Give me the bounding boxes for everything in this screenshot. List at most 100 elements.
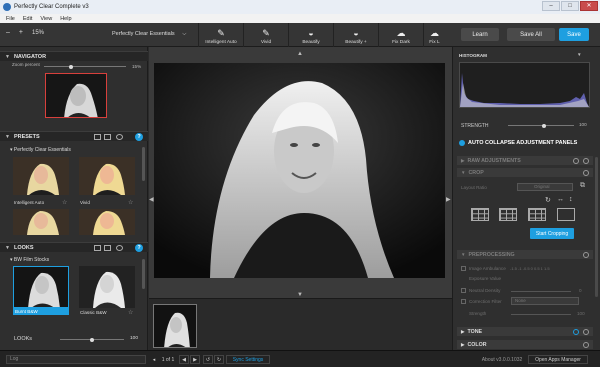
tool-fix-dark[interactable]: ☁ Fix Dark (378, 23, 423, 47)
portrait-thumbnail (154, 305, 196, 347)
grid-view-icon[interactable] (94, 134, 101, 140)
tool-intelligent-auto[interactable]: ✎ Intelligent Auto (198, 23, 243, 47)
gear-icon[interactable] (583, 341, 589, 348)
menu-file[interactable]: File (6, 16, 15, 22)
flip-horizontal-icon[interactable]: ↔ (557, 196, 564, 203)
slider-knob[interactable] (542, 123, 546, 128)
tool-label: Vivid (260, 40, 272, 45)
preset-selector[interactable]: Perfectly Clear Essentials ⌵ (112, 31, 186, 38)
preprocessing-header[interactable]: ▼ PREPROCESSING (457, 250, 593, 259)
menu-help[interactable]: Help (60, 16, 71, 22)
learn-button[interactable]: Learn (461, 28, 499, 41)
zoom-slider[interactable] (44, 64, 126, 69)
look-thumb[interactable] (79, 266, 135, 308)
navigator-header[interactable]: ▼ NAVIGATOR (0, 51, 148, 61)
crop-grid-icon[interactable] (471, 208, 489, 221)
help-icon[interactable]: ? (135, 244, 143, 252)
presets-scrollbar[interactable] (142, 147, 145, 181)
close-button[interactable]: ✕ (580, 1, 598, 11)
star-icon[interactable]: ☆ (128, 309, 133, 316)
gear-icon[interactable] (583, 157, 589, 164)
star-icon[interactable]: ☆ (128, 199, 133, 206)
preset-thumb[interactable] (79, 157, 135, 195)
collapse-top-icon[interactable]: ▲ (297, 51, 303, 57)
color-header[interactable]: ▶ COLOR (457, 340, 593, 349)
rotate-right-icon[interactable]: ↻ (214, 355, 224, 364)
list-view-icon[interactable] (104, 245, 111, 251)
strength-slider[interactable] (508, 123, 574, 128)
navigator-thumbnail[interactable] (45, 73, 107, 118)
golden-spiral-icon[interactable] (557, 208, 575, 221)
crop-tool-icon[interactable]: ⧉ (580, 182, 585, 190)
next-icon[interactable]: ▶ (190, 355, 200, 364)
star-icon[interactable]: ☆ (62, 199, 67, 206)
tool-vivid[interactable]: ✎ Vivid (243, 23, 288, 47)
save-button[interactable]: Save (559, 28, 589, 41)
first-page-icon[interactable]: ◂ (150, 355, 158, 364)
help-icon[interactable]: ? (135, 133, 143, 141)
auto-collapse-toggle[interactable]: AUTO COLLAPSE ADJUSTMENT PANELS (459, 140, 577, 146)
grid-view-icon[interactable] (94, 245, 101, 251)
minimize-button[interactable]: – (542, 1, 560, 11)
collapse-left-icon[interactable]: ◀ (149, 196, 154, 203)
image-ambulance-checkbox[interactable] (461, 266, 466, 271)
about-version[interactable]: About v3.0.0.1032 (480, 355, 524, 364)
sync-settings-button[interactable]: Sync Settings (226, 355, 270, 364)
right-scrollbar[interactable] (595, 157, 598, 297)
tool-beautify-plus[interactable]: ◒ Beautify + (333, 23, 378, 47)
layout-ratio-select[interactable]: Original (517, 183, 573, 191)
looks-header[interactable]: ▼ LOOKS ? (0, 242, 148, 252)
gear-icon[interactable] (583, 328, 589, 335)
layout-ratio-label: Layout Ratio (461, 185, 487, 190)
looks-scrollbar[interactable] (142, 259, 145, 289)
previous-icon[interactable]: ◀ (179, 355, 189, 364)
tone-header[interactable]: ▶ TONE (457, 327, 593, 336)
left-panel: ▼ NAVIGATOR Zoom percent 15% ▼ PRESETS ?… (0, 47, 148, 350)
preset-thumb[interactable] (13, 157, 69, 195)
crop-grid-icon[interactable] (528, 208, 546, 221)
tool-beautify[interactable]: ◒ Beautify (288, 23, 333, 47)
list-view-icon[interactable] (104, 134, 111, 140)
correction-filter-checkbox[interactable] (461, 299, 466, 304)
slider-knob[interactable] (69, 64, 73, 69)
preprocessing-strength-slider[interactable] (511, 314, 571, 315)
tool-fix-l[interactable]: ☁ Fix L (423, 23, 445, 47)
rotate-icon[interactable]: ↻ (545, 196, 551, 204)
slider-knob[interactable] (90, 337, 94, 342)
collapse-right-icon[interactable]: ▶ (446, 196, 451, 203)
flip-vertical-icon[interactable]: ↕ (569, 196, 573, 203)
toolbar: – + 15% Perfectly Clear Essentials ⌵ ✎ I… (0, 23, 600, 47)
maximize-button[interactable]: □ (561, 1, 579, 11)
preset-thumb[interactable] (79, 209, 135, 235)
correction-filter-select[interactable]: None (511, 297, 579, 305)
chevron-down-icon: ⌵ (182, 31, 187, 37)
filmstrip-thumb[interactable] (153, 304, 197, 348)
zoom-out-button[interactable]: – (6, 29, 10, 36)
neutral-density-checkbox[interactable] (461, 288, 466, 293)
help-icon[interactable] (573, 157, 579, 164)
gear-icon[interactable] (116, 245, 123, 251)
open-apps-manager-button[interactable]: Open Apps Manager (528, 355, 588, 364)
neutral-density-slider[interactable] (511, 291, 571, 292)
menu-edit[interactable]: Edit (23, 16, 32, 22)
start-cropping-button[interactable]: Start Cropping (530, 228, 574, 239)
help-icon[interactable] (583, 169, 589, 176)
presets-header[interactable]: ▼ PRESETS ? (0, 131, 148, 141)
crop-header[interactable]: ▼ CROP (457, 168, 593, 177)
preset-thumb[interactable] (13, 209, 69, 235)
help-icon[interactable] (583, 251, 589, 258)
looks-strength-slider[interactable] (60, 337, 124, 342)
save-all-button[interactable]: Save All (507, 28, 555, 41)
gear-icon[interactable] (116, 134, 123, 140)
raw-adjustments-header[interactable]: ▶ RAW ADJUSTMENTS (457, 156, 593, 165)
menu-view[interactable]: View (40, 16, 52, 22)
crop-grid-icon[interactable] (499, 208, 517, 221)
rotate-left-icon[interactable]: ↺ (203, 355, 213, 364)
help-icon[interactable] (573, 328, 579, 335)
chevron-down-icon[interactable]: ▼ (577, 52, 582, 57)
log-field[interactable]: Log (6, 355, 146, 364)
main-photo[interactable] (154, 63, 445, 278)
look-thumb-selected[interactable] (13, 266, 69, 308)
portrait-thumbnail (79, 209, 135, 235)
zoom-in-button[interactable]: + (19, 29, 23, 36)
